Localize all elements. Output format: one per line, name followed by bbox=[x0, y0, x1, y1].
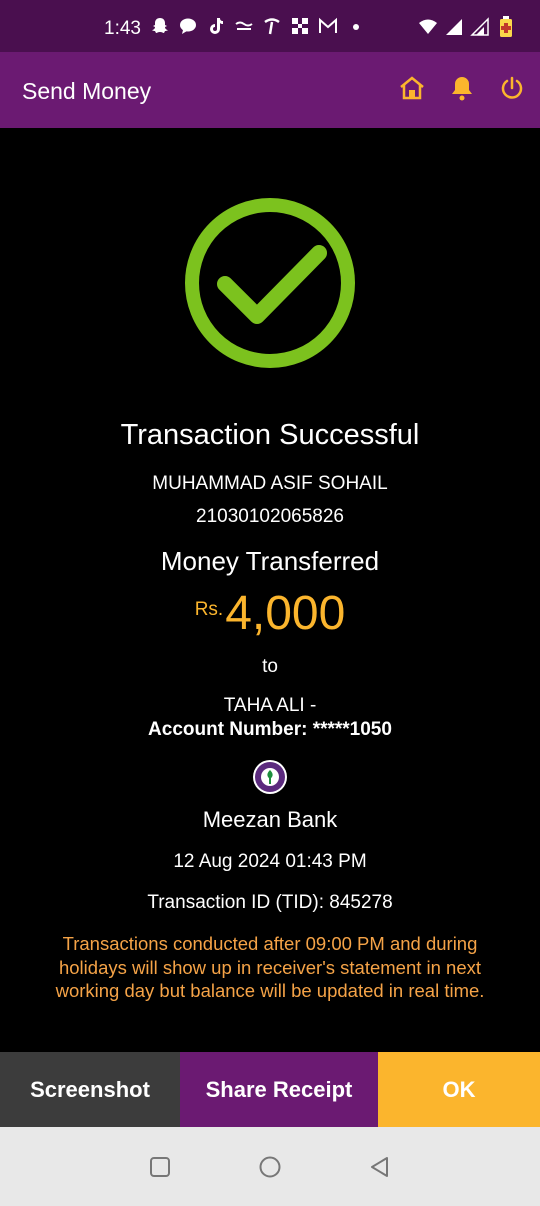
tiktok-icon bbox=[206, 16, 226, 36]
sender-account: 21030102065826 bbox=[196, 506, 344, 527]
recents-icon[interactable] bbox=[148, 1155, 172, 1179]
power-icon bbox=[500, 76, 524, 105]
transaction-id: Transaction ID (TID): 845278 bbox=[147, 892, 393, 913]
home-icon bbox=[399, 75, 425, 106]
receiver-name: TAHA ALI - bbox=[223, 695, 317, 716]
page-title: Send Money bbox=[22, 78, 152, 104]
transaction-status: Transaction Successful bbox=[120, 419, 420, 451]
grid-app-icon bbox=[290, 16, 310, 36]
disclaimer-note: Transactions conducted after 09:00 PM an… bbox=[55, 933, 485, 1001]
status-bar: 1:43 bbox=[0, 0, 540, 52]
bell-icon bbox=[450, 75, 474, 106]
share-receipt-button[interactable]: Share Receipt bbox=[180, 1052, 378, 1127]
notifications-button[interactable] bbox=[448, 76, 476, 104]
home-button[interactable] bbox=[398, 75, 426, 106]
home-circle-icon[interactable] bbox=[258, 1155, 282, 1179]
ok-button[interactable]: OK bbox=[378, 1052, 540, 1127]
status-time: 1:43 bbox=[104, 18, 141, 39]
receipt-content: Transaction Successful MUHAMMAD ASIF SOH… bbox=[0, 128, 540, 1052]
whatsapp-business-icon bbox=[234, 16, 254, 36]
chat-icon bbox=[178, 16, 198, 36]
dot-icon bbox=[346, 16, 366, 36]
amount: Rs. 4,000 bbox=[0, 586, 540, 641]
transferred-label: Money Transferred bbox=[160, 546, 380, 576]
signal-icon bbox=[444, 17, 464, 37]
app-bar: Send Money bbox=[0, 52, 540, 128]
battery-icon bbox=[496, 16, 516, 37]
gmail-icon bbox=[318, 16, 338, 36]
snapchat-icon bbox=[150, 16, 170, 36]
app-bar-actions bbox=[398, 75, 526, 106]
to-label: to bbox=[262, 656, 278, 677]
status-notification-icons bbox=[150, 16, 366, 36]
amount-value: 4,000 bbox=[225, 587, 346, 640]
bank-logo-icon bbox=[252, 759, 288, 795]
bank-name: Meezan Bank bbox=[202, 807, 338, 832]
status-system-icons bbox=[418, 16, 516, 37]
logout-button[interactable] bbox=[498, 76, 526, 104]
transaction-datetime: 12 Aug 2024 01:43 PM bbox=[173, 851, 367, 872]
system-nav-bar bbox=[0, 1127, 540, 1206]
phone-app-icon bbox=[262, 16, 282, 36]
signal-icon-2 bbox=[470, 17, 490, 37]
screenshot-button[interactable]: Screenshot bbox=[0, 1052, 180, 1127]
success-check-icon bbox=[183, 196, 357, 370]
back-icon[interactable] bbox=[368, 1155, 392, 1179]
wifi-icon bbox=[418, 17, 438, 37]
sender-name: MUHAMMAD ASIF SOHAIL bbox=[152, 473, 388, 494]
bottom-action-bar: Screenshot Share Receipt OK bbox=[0, 1052, 540, 1127]
amount-currency: Rs. bbox=[194, 599, 224, 620]
receiver-account: Account Number: *****1050 bbox=[148, 719, 392, 740]
